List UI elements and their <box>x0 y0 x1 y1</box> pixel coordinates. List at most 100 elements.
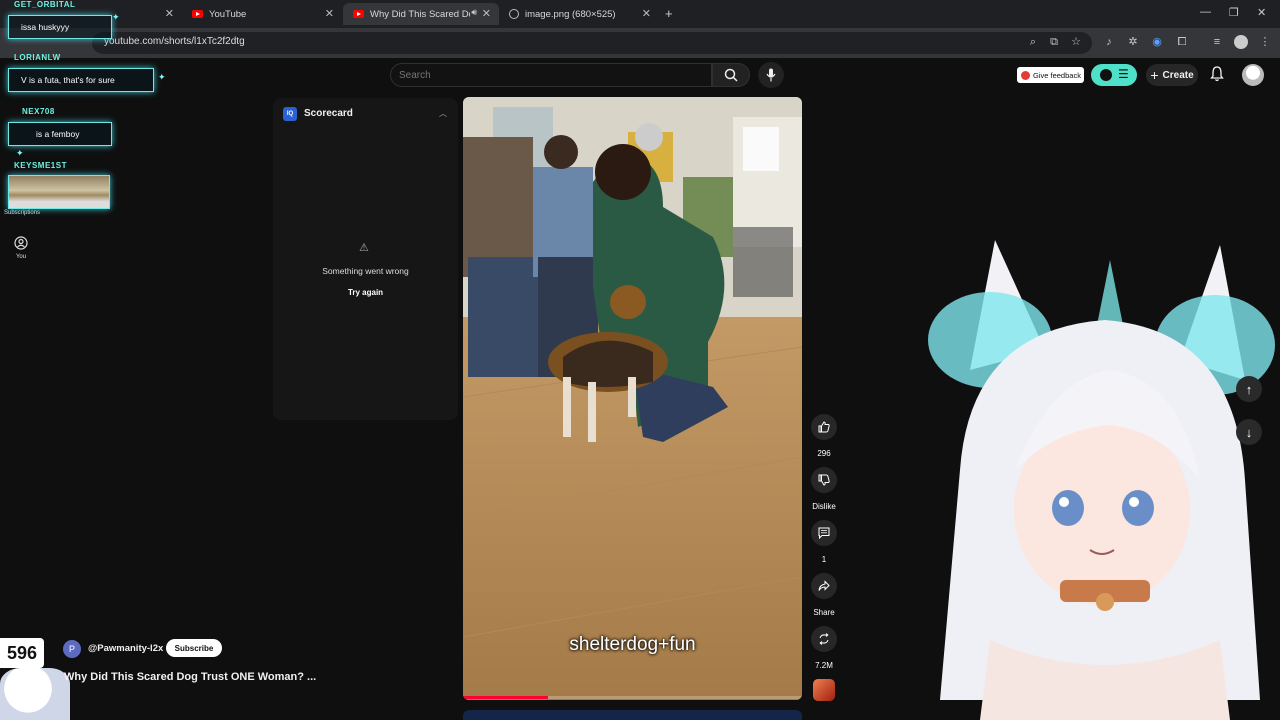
subscribe-button[interactable]: Subscribe <box>166 639 222 657</box>
share-arrow-icon <box>818 580 830 591</box>
youtube-icon <box>192 10 203 18</box>
voice-search-button[interactable] <box>758 62 784 88</box>
video-subtitle: shelterdog+fun <box>569 634 696 655</box>
next-video-preview[interactable] <box>463 710 802 720</box>
search-icon <box>724 68 738 82</box>
arrow-down-icon: ↓ <box>1245 424 1253 440</box>
reading-list-icon[interactable]: ≡ <box>1210 35 1224 49</box>
youtube-icon <box>353 10 364 18</box>
dislike-label: Dislike <box>812 502 836 511</box>
thumbs-up-icon <box>818 421 830 433</box>
tab-label: image.png (680×525) <box>525 8 616 20</box>
close-tab-icon[interactable]: ✕ <box>325 7 334 20</box>
comment-icon <box>818 527 830 539</box>
remix-button[interactable] <box>811 626 837 652</box>
account-avatar[interactable] <box>1242 64 1264 86</box>
extension-logo-icon <box>1100 69 1112 81</box>
video-progress-bar[interactable] <box>463 696 802 699</box>
scorecard-title: Scorecard <box>304 108 353 119</box>
channel-avatar[interactable]: P <box>63 640 81 658</box>
feedback-icon <box>1021 70 1030 80</box>
puzzle-icon[interactable]: ⧠ <box>1175 35 1189 49</box>
sound-thumbnail[interactable] <box>813 679 835 701</box>
create-label: Create <box>1162 69 1194 81</box>
thumbs-down-icon <box>818 474 830 486</box>
video-title[interactable]: Why Did This Scared Dog Trust ONE Woman?… <box>64 671 316 683</box>
like-button[interactable] <box>811 414 837 440</box>
close-tab-icon[interactable]: ✕ <box>642 7 651 20</box>
remix-action[interactable]: 7.2M <box>811 626 837 670</box>
close-window-icon[interactable]: ✕ <box>1257 6 1266 19</box>
extension-button[interactable]: ☰ <box>1091 64 1137 86</box>
shorts-video-player[interactable]: shelterdog+fun <box>463 97 802 700</box>
dislike-button[interactable] <box>811 467 837 493</box>
browser-tab-bar: ✕ YouTube ✕ Why Did This Scared Dog T 🔊︎… <box>0 0 1280 28</box>
chat-username: KEYSME1ST <box>14 161 67 170</box>
tab-label: YouTube <box>209 8 247 20</box>
comments-button[interactable] <box>811 520 837 546</box>
chat-message-text: issa huskyyy <box>21 22 70 32</box>
nav-you[interactable]: You <box>1 254 41 260</box>
new-tab-icon[interactable]: + <box>665 6 673 21</box>
chat-username: GET_ORBITAL <box>14 0 76 9</box>
restore-icon[interactable]: ❐ <box>1229 6 1239 19</box>
like-count: 296 <box>817 449 831 458</box>
url-text: youtube.com/shorts/l1xTc2f2dtg <box>104 36 245 47</box>
give-feedback-button[interactable]: Give feedback <box>1017 67 1084 83</box>
you-icon[interactable] <box>14 236 28 250</box>
profile-avatar[interactable] <box>1234 35 1248 49</box>
menu-kebab-icon[interactable]: ⋮ <box>1258 35 1272 49</box>
microphone-icon <box>766 68 776 82</box>
plus-icon: + <box>1150 67 1159 83</box>
tab-image[interactable]: image.png (680×525) ✕ <box>499 3 659 25</box>
chat-message: V is a futa, that's for sure <box>8 68 154 92</box>
media-icon[interactable]: ♪ <box>1102 35 1116 49</box>
audio-extension-icon[interactable]: ◉ <box>1150 35 1164 49</box>
install-icon[interactable]: ⧉ <box>1047 35 1061 49</box>
minimize-icon[interactable]: — <box>1200 6 1211 18</box>
search-box[interactable] <box>390 63 712 87</box>
viewer-counter-badge: 596 <box>0 638 44 668</box>
remix-count: 7.2M <box>815 661 833 670</box>
dislike-action[interactable]: Dislike <box>811 467 837 511</box>
share-button[interactable] <box>811 573 837 599</box>
remix-icon <box>819 633 829 645</box>
scorecard-panel: IQ Scorecard ︿ ⚠ Something went wrong Tr… <box>273 98 458 420</box>
next-short-button[interactable]: ↓ <box>1236 419 1262 445</box>
close-tab-icon[interactable]: ✕ <box>482 7 491 20</box>
sparkle-icon: ✦ <box>16 148 24 158</box>
vtuber-avatar <box>928 240 1275 720</box>
search-input[interactable] <box>399 64 699 86</box>
bookmark-star-icon[interactable]: ☆ <box>1069 35 1083 49</box>
feedback-label: Give feedback <box>1033 70 1081 80</box>
mascot-sticker <box>0 668 70 720</box>
collapse-chevron-icon[interactable]: ︿ <box>439 108 447 119</box>
sparkle-icon: ✦ <box>158 72 166 82</box>
try-again-button[interactable]: Try again <box>343 286 388 300</box>
comment-count: 1 <box>821 555 827 564</box>
speaker-icon[interactable]: 🔊︎ <box>471 7 477 18</box>
previous-short-button[interactable]: ↑ <box>1236 376 1262 402</box>
zoom-icon[interactable]: ⌕ <box>1026 35 1040 49</box>
sparkle-icon: ✦ <box>112 12 120 22</box>
globe-icon <box>509 9 519 19</box>
close-tab-icon[interactable]: ✕ <box>165 7 174 20</box>
video-frame <box>463 97 802 700</box>
tab-active-video[interactable]: Why Did This Scared Dog T 🔊︎ ✕ <box>343 3 499 25</box>
extension-icon[interactable]: ✲ <box>1126 35 1140 49</box>
nav-subscriptions[interactable]: Subscriptions <box>2 210 42 216</box>
tab-label: Why Did This Scared Dog T <box>370 8 470 20</box>
menu-icon: ☰ <box>1118 67 1129 81</box>
channel-name[interactable]: @Pawmanity-l2x <box>88 643 163 654</box>
chat-message-text: is a femboy <box>36 129 80 139</box>
search-button[interactable] <box>712 63 750 87</box>
chat-message-text: V is a futa, that's for sure <box>21 75 115 85</box>
chat-username: NEX708 <box>22 107 55 116</box>
tab-youtube[interactable]: YouTube ✕ <box>182 3 342 25</box>
share-action[interactable]: Share <box>811 573 837 617</box>
comments-action[interactable]: 1 <box>811 520 837 564</box>
notifications-bell-icon[interactable] <box>1210 66 1224 82</box>
warning-icon: ⚠ <box>359 242 369 254</box>
like-action[interactable]: 296 <box>811 414 837 458</box>
create-button[interactable]: + Create <box>1146 64 1198 86</box>
